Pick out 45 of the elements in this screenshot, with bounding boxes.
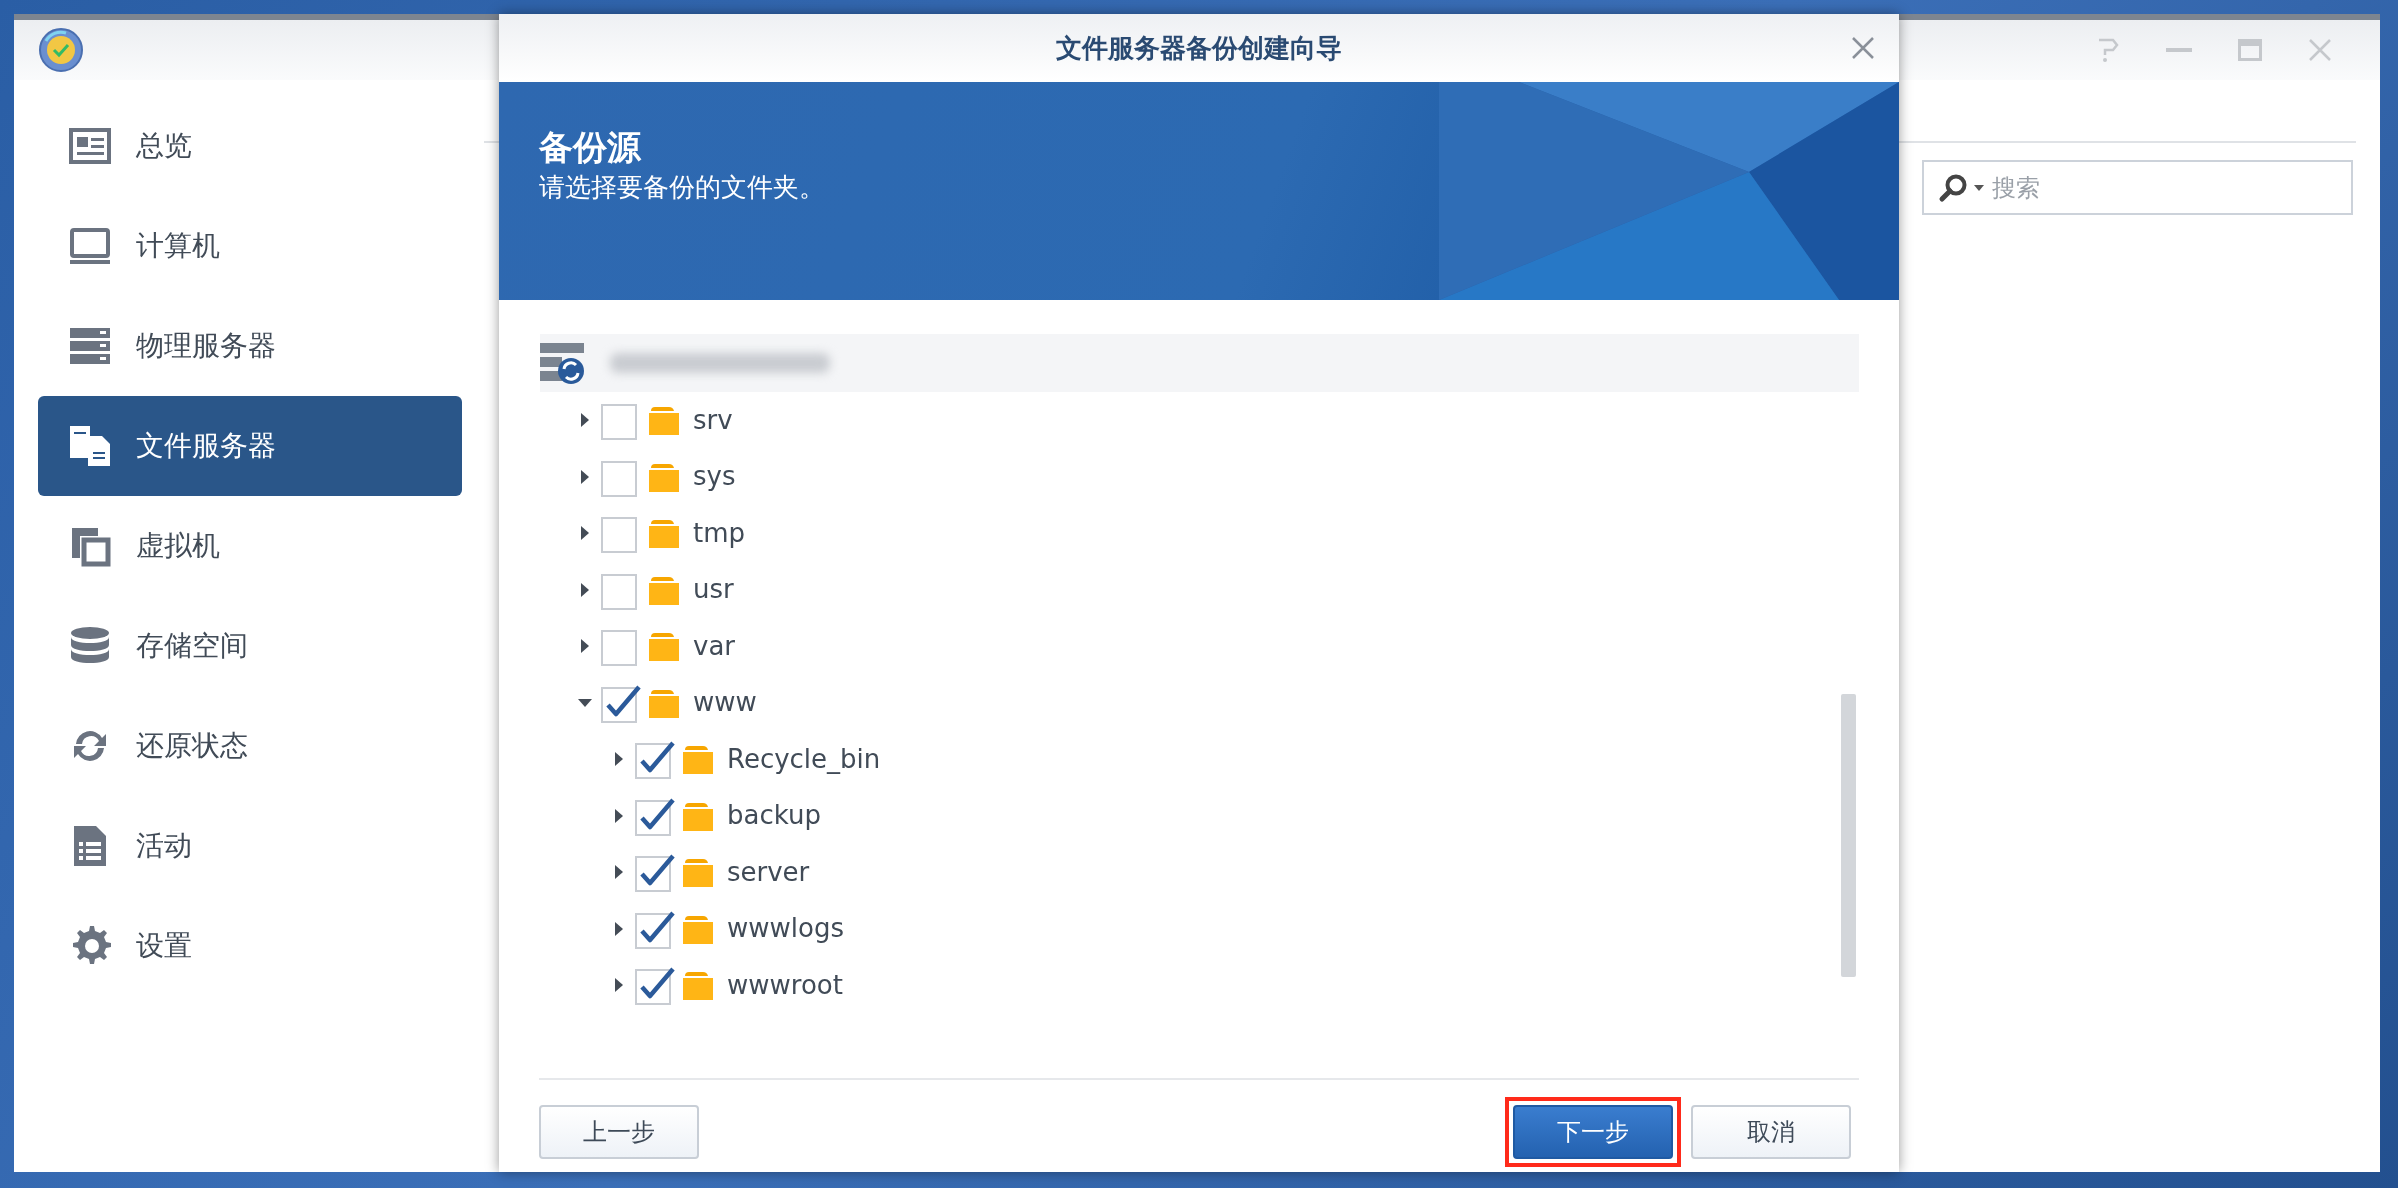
folder-name[interactable]: var [693, 626, 735, 666]
search-icon [1938, 172, 1968, 203]
caret-icon [1974, 184, 1984, 191]
folder-name[interactable]: usr [693, 570, 734, 610]
folder-icon [649, 518, 679, 549]
server-sync-icon [540, 341, 584, 385]
sidebar-item[interactable]: 计算机 [38, 196, 462, 296]
folder-icon [649, 574, 679, 605]
close-icon[interactable] [1851, 36, 1875, 60]
sidebar-item[interactable]: 设置 [38, 896, 462, 996]
folder-icon [683, 857, 713, 888]
step-description: 请选择要备份的文件夹。 [539, 170, 826, 204]
next-button[interactable]: 下一步 [1513, 1105, 1673, 1159]
folder-icon [649, 461, 679, 492]
sidebar-icon [68, 424, 112, 468]
folder-name[interactable]: server [727, 852, 810, 892]
folder-name[interactable]: srv [693, 400, 733, 440]
folder-icon [683, 744, 713, 775]
sidebar-item[interactable]: 虚拟机 [38, 496, 462, 596]
folder-name[interactable]: wwwroot [727, 965, 843, 1005]
search-box[interactable]: 搜索 [1922, 160, 2353, 215]
sidebar-item[interactable]: 活动 [38, 796, 462, 896]
folder-icon [683, 970, 713, 1001]
folder-icon [649, 631, 679, 662]
folder-name[interactable]: www [693, 683, 757, 723]
folder-name[interactable]: wwwlogs [727, 909, 844, 949]
folder-name[interactable]: sys [693, 457, 736, 497]
step-heading: 备份源 [539, 127, 642, 168]
dialog-title: 文件服务器备份创建向导 [1056, 31, 1342, 65]
folder-name[interactable]: backup [727, 796, 821, 836]
sidebar-item[interactable]: 总览 [38, 96, 462, 196]
folder-icon [683, 913, 713, 944]
folder-name[interactable]: tmp [693, 513, 746, 553]
sidebar-item[interactable]: 存储空间 [38, 596, 462, 696]
folder-icon [649, 405, 679, 436]
folder-icon [683, 800, 713, 831]
cancel-button[interactable]: 取消 [1691, 1105, 1851, 1159]
scrollbar[interactable] [1841, 694, 1856, 977]
sidebar-item[interactable]: 还原状态 [38, 696, 462, 796]
folder-name[interactable]: Recycle_bin [727, 739, 881, 779]
folder-icon [649, 687, 679, 718]
sidebar-item[interactable]: 文件服务器 [38, 396, 462, 496]
sidebar-item[interactable]: 物理服务器 [38, 296, 462, 396]
back-button[interactable]: 上一步 [539, 1105, 699, 1159]
app-logo-icon [38, 27, 84, 73]
